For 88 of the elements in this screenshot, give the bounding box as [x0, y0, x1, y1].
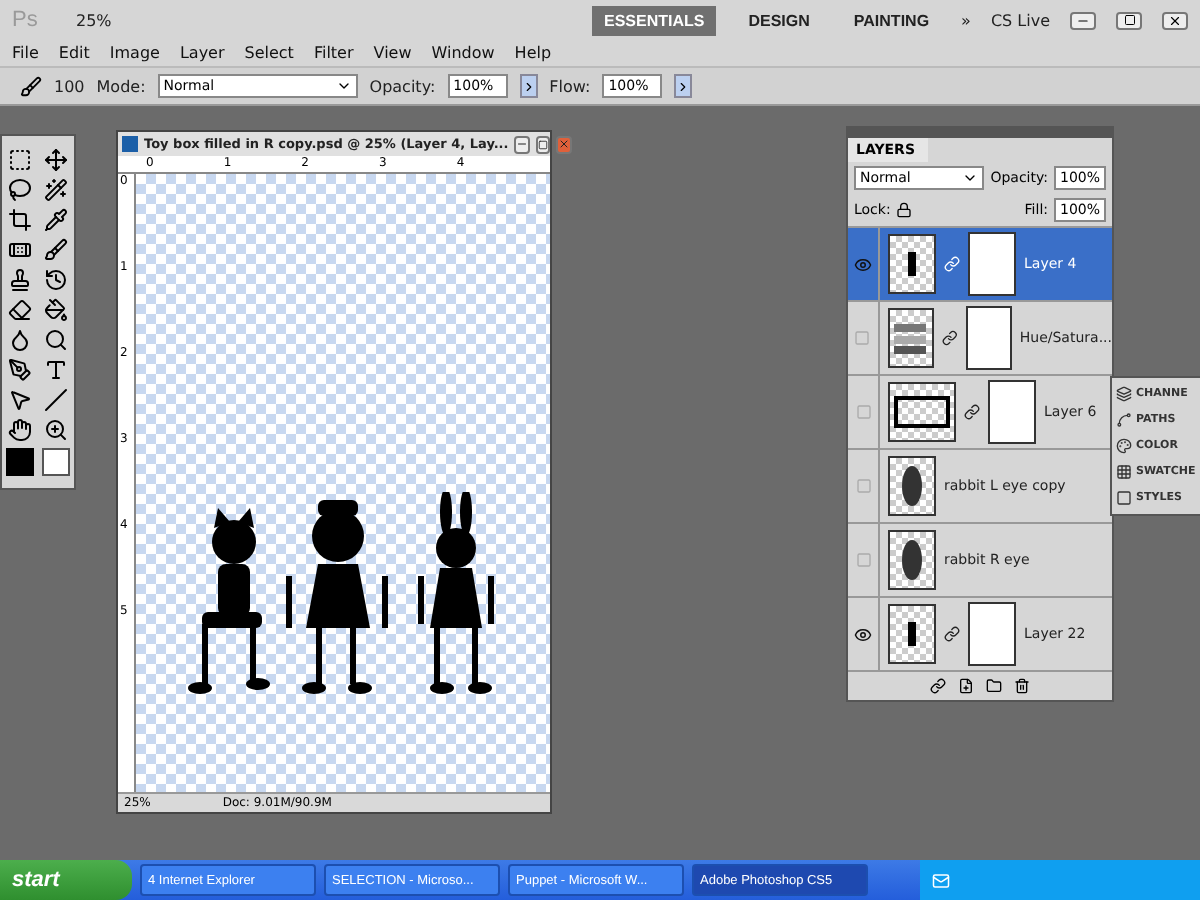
pen-icon[interactable] [8, 358, 33, 382]
menu-item[interactable]: Window [431, 44, 495, 62]
link-icon [944, 256, 960, 272]
brush-size[interactable]: 100 [54, 77, 85, 95]
brush-icon[interactable] [43, 238, 68, 262]
app-icon [122, 136, 138, 152]
empty-square-icon [855, 404, 871, 420]
folder-icon[interactable] [986, 678, 1002, 694]
close-icon [1168, 13, 1182, 27]
menu-item[interactable]: View [373, 44, 412, 62]
hand-icon[interactable] [8, 418, 33, 442]
layer-thumbnail [888, 604, 936, 664]
trash-icon[interactable] [1014, 678, 1030, 694]
paths-panel-icon [1116, 412, 1132, 428]
empty-square-icon [854, 330, 871, 346]
link-icon [941, 330, 958, 346]
empty-square-icon [855, 552, 871, 568]
maximize-button[interactable] [536, 135, 551, 153]
workspace-button[interactable]: DESIGN [736, 5, 822, 35]
move-icon[interactable] [43, 148, 68, 172]
channels-panel-icon [1116, 386, 1132, 402]
layer-mask-thumbnail [968, 602, 1016, 666]
eye-icon [854, 625, 872, 643]
swatches-panel-icon [1116, 464, 1132, 480]
chevron-down-icon [335, 78, 352, 94]
app-logo: Ps [12, 8, 40, 32]
minimize-button[interactable] [514, 135, 531, 153]
menu-item[interactable]: File [12, 44, 39, 62]
close-icon [558, 138, 571, 150]
lasso-icon[interactable] [8, 178, 33, 202]
canvas[interactable] [136, 174, 550, 792]
empty-square-icon [855, 478, 871, 494]
color-panel-icon [1116, 438, 1132, 454]
workspace-button[interactable]: ESSENTIALS [592, 5, 717, 35]
crop-icon[interactable] [8, 208, 33, 232]
layer-thumbnail [888, 456, 936, 516]
eye-icon [854, 255, 872, 273]
bandage-icon[interactable] [8, 238, 33, 262]
background-color-swatch[interactable] [41, 448, 70, 476]
adjustment-thumbnail [887, 308, 934, 368]
eyedropper-icon[interactable] [43, 208, 68, 232]
menu-item[interactable]: Select [244, 44, 294, 62]
link-icon [964, 404, 980, 420]
minimize-button[interactable] [1070, 11, 1096, 29]
lock-icon[interactable] [896, 202, 913, 218]
brush-icon[interactable] [20, 75, 42, 97]
menu-item[interactable]: Edit [58, 44, 90, 62]
stamp-icon[interactable] [8, 268, 33, 292]
link-icon[interactable] [930, 678, 946, 694]
menu-item[interactable]: Image [109, 44, 160, 62]
type-icon[interactable] [43, 358, 68, 382]
marquee-icon[interactable] [8, 148, 33, 172]
square-icon [538, 139, 549, 149]
layer-mask-thumbnail [968, 232, 1016, 296]
link-icon [944, 626, 960, 642]
history-brush-icon[interactable] [43, 268, 68, 292]
opacity-label: Opacity: [369, 77, 436, 95]
pointer-icon[interactable] [8, 388, 33, 412]
square-icon [1123, 14, 1135, 26]
zoom-level[interactable]: 25% [76, 11, 112, 29]
layer-thumbnail [888, 234, 936, 294]
styles-panel-icon [1116, 490, 1132, 506]
workspace-button[interactable]: PAINTING [841, 5, 942, 35]
drop-icon[interactable] [8, 328, 33, 352]
restore-button[interactable] [1116, 11, 1142, 29]
zoom-icon[interactable] [43, 418, 68, 442]
search-icon[interactable] [43, 328, 68, 352]
layer-mask-thumbnail [988, 380, 1036, 444]
eraser-icon[interactable] [8, 298, 33, 322]
line-icon[interactable] [43, 388, 68, 412]
paint-bucket-icon[interactable] [43, 298, 68, 322]
menu-item[interactable]: Layer [179, 44, 225, 62]
foreground-color-swatch[interactable] [6, 448, 35, 476]
close-button[interactable] [1162, 11, 1188, 29]
menu-item[interactable]: Help [514, 44, 552, 62]
wand-icon[interactable] [43, 178, 68, 202]
mail-icon[interactable] [932, 871, 950, 889]
layer-mask-thumbnail [965, 306, 1012, 370]
flow-label: Flow: [549, 77, 591, 95]
minimize-icon [516, 138, 529, 150]
cs-live-button[interactable]: CS Live [990, 11, 1050, 29]
menu-item[interactable]: Filter [313, 44, 354, 62]
layer-thumbnail [888, 530, 936, 590]
chevron-down-icon [962, 170, 979, 186]
new-layer-icon[interactable] [958, 678, 974, 694]
layer-thumbnail [888, 382, 956, 442]
more-workspaces-button[interactable]: » [961, 11, 971, 29]
mode-label: Mode: [96, 77, 146, 95]
